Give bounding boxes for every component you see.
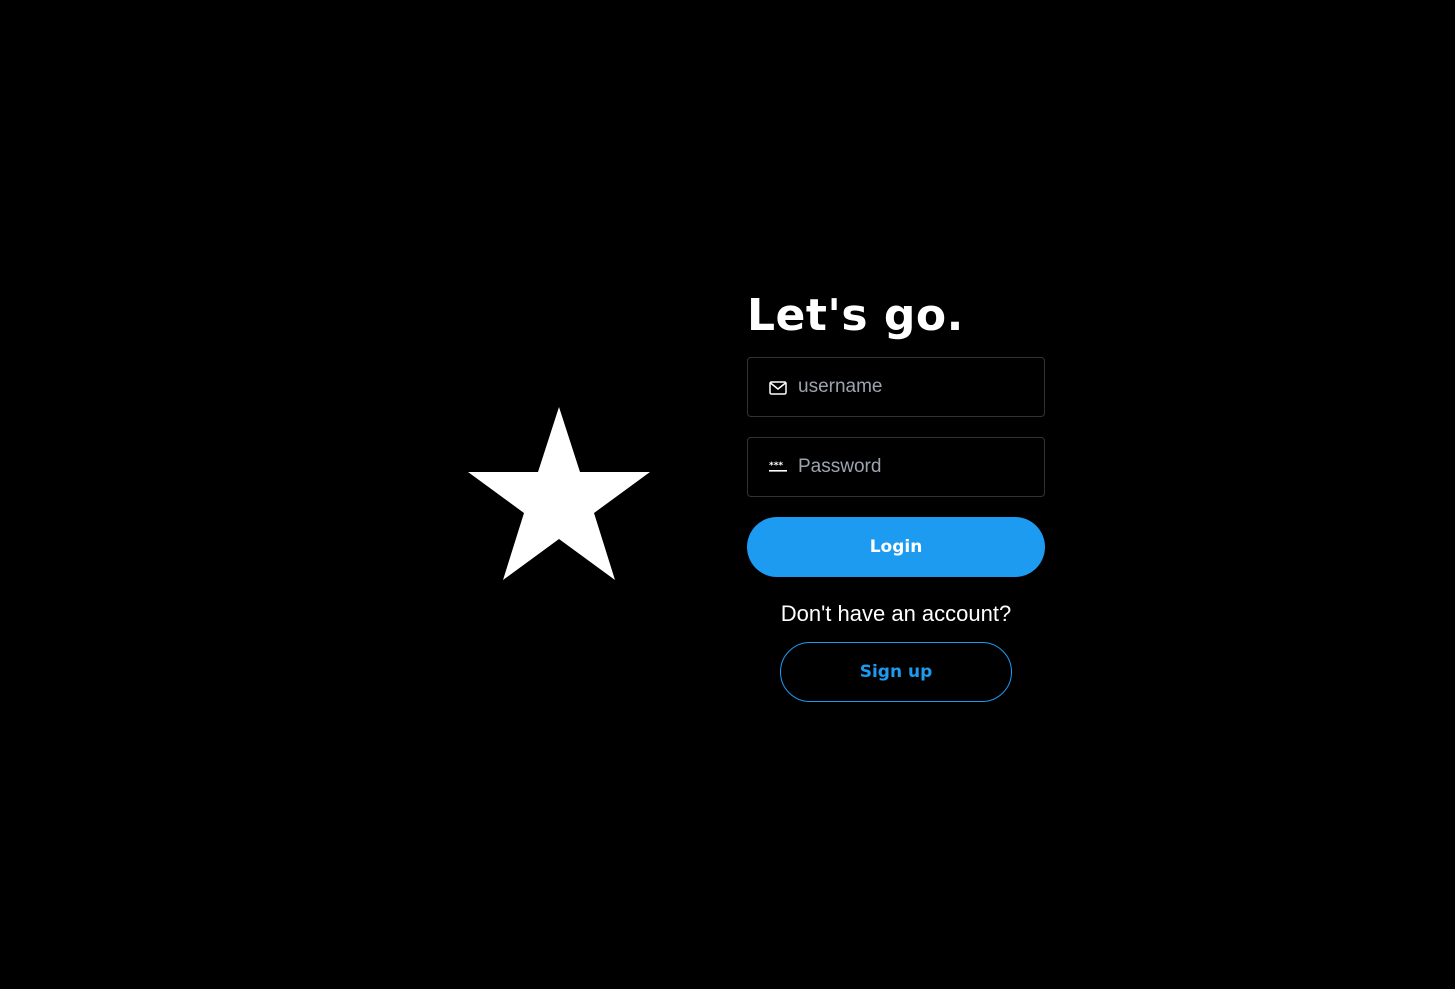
- username-input[interactable]: [798, 358, 1034, 416]
- mail-icon: [769, 381, 787, 395]
- login-panel: Let's go. *** Login Don't have an accoun…: [747, 288, 1045, 702]
- password-input[interactable]: [798, 438, 1034, 496]
- page-title: Let's go.: [747, 290, 964, 341]
- login-button[interactable]: Login: [747, 517, 1045, 577]
- password-field[interactable]: ***: [747, 437, 1045, 497]
- svg-text:***: ***: [769, 461, 783, 471]
- login-page: Let's go. *** Login Don't have an accoun…: [0, 0, 1455, 989]
- username-field[interactable]: [747, 357, 1045, 417]
- signup-button[interactable]: Sign up: [780, 642, 1012, 702]
- signup-prompt: Don't have an account?: [780, 601, 1012, 626]
- password-dots-icon: ***: [769, 461, 787, 472]
- star-icon: [468, 407, 650, 580]
